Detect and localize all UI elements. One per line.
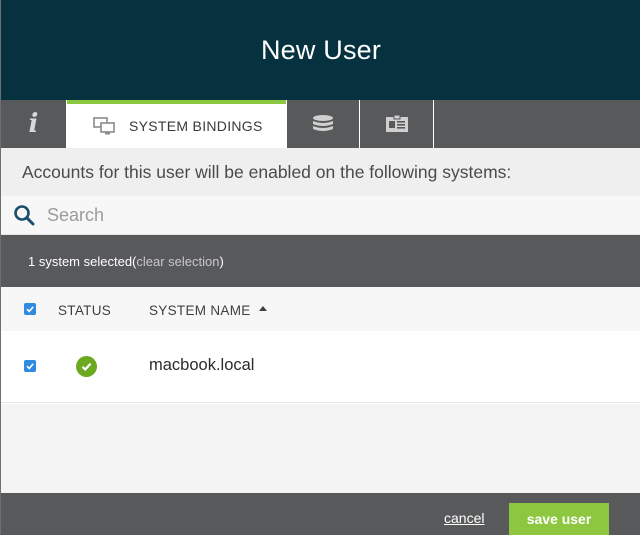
select-all-checkbox[interactable] <box>24 303 36 315</box>
table-header: STATUS SYSTEM NAME <box>1 287 640 331</box>
modal-footer: cancel save user <box>1 493 640 535</box>
bindings-notice: Accounts for this user will be enabled o… <box>1 148 640 196</box>
tab-system-bindings[interactable]: SYSTEM BINDINGS <box>67 100 286 148</box>
cancel-link[interactable]: cancel <box>444 510 484 526</box>
modal-header: New User <box>1 0 640 100</box>
selection-bar: 1 system selected (clear selection) <box>1 235 640 287</box>
directory-icon <box>385 114 408 132</box>
table-empty-area <box>1 404 640 493</box>
sort-ascending-icon <box>258 305 267 311</box>
tab-info[interactable]: i <box>1 100 67 148</box>
status-ok-icon <box>76 356 97 377</box>
tab-bar-filler <box>434 100 640 148</box>
tab-bar: i SYSTEM BINDINGS <box>1 100 640 148</box>
tab-directories[interactable] <box>360 100 434 148</box>
table-row[interactable]: macbook.local <box>1 331 640 403</box>
row-checkbox[interactable] <box>24 360 36 372</box>
systems-icon <box>93 117 115 135</box>
check-icon <box>26 306 34 313</box>
database-icon <box>313 115 333 131</box>
info-icon: i <box>28 109 39 139</box>
column-system-name[interactable]: SYSTEM NAME <box>149 303 267 318</box>
check-icon <box>26 363 34 370</box>
column-status[interactable]: STATUS <box>58 303 111 318</box>
selection-count: 1 system selected <box>28 253 133 269</box>
tab-system-bindings-label: SYSTEM BINDINGS <box>129 118 263 134</box>
system-name: macbook.local <box>149 356 255 374</box>
search-bar <box>1 196 640 235</box>
tab-databases[interactable] <box>286 100 360 148</box>
clear-selection-link[interactable]: clear selection <box>136 254 219 269</box>
search-icon <box>14 205 35 226</box>
page-title: New User <box>260 34 382 65</box>
search-input[interactable] <box>47 204 607 226</box>
new-user-modal: New User i SYSTEM BINDINGS Accounts for … <box>0 0 640 535</box>
save-user-button[interactable]: save user <box>509 503 609 535</box>
